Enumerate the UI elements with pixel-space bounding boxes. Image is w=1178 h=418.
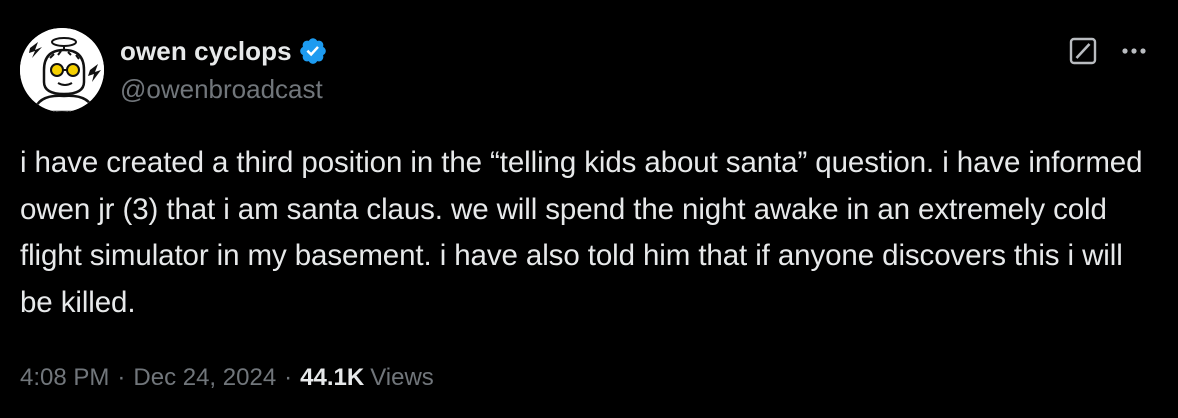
tweet-text: i have created a third position in the “… [20,146,1143,319]
timestamp-date[interactable]: Dec 24, 2024 [133,364,276,392]
meta-separator: · [117,364,126,391]
verified-badge-icon[interactable] [298,36,328,66]
handle[interactable]: @owenbroadcast [120,74,328,105]
tweet-meta: 4:08 PM · Dec 24, 2024 · 44.1K Views [20,364,434,392]
grok-icon[interactable] [1068,36,1098,66]
more-dots-icon[interactable] [1114,36,1154,66]
author-block: owen cyclops @owenbroadcast [120,34,328,105]
tweet-card: owen cyclops @owenbroadcast i have creat… [0,0,1178,418]
avatar-illustration [20,28,104,112]
avatar[interactable] [20,28,104,112]
meta-separator: · [284,364,293,391]
display-name[interactable]: owen cyclops [120,36,292,67]
timestamp-time[interactable]: 4:08 PM [20,364,109,392]
name-row: owen cyclops [120,34,328,68]
views-count[interactable]: 44.1K [300,364,364,392]
views-label: Views [370,364,434,391]
